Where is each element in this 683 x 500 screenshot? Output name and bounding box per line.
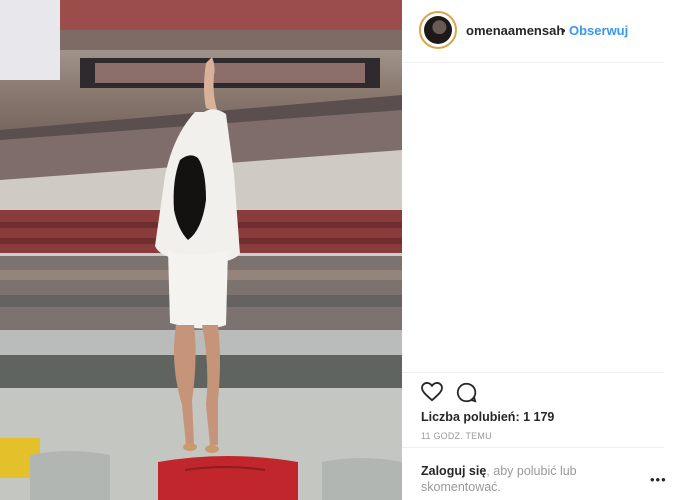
heart-icon[interactable] (421, 381, 443, 407)
login-prompt: Zaloguj się, aby polubić lub skomentować… (402, 447, 666, 494)
login-link[interactable]: Zaloguj się (421, 464, 486, 478)
username-link[interactable]: omenaamensah (466, 23, 564, 38)
stadium-scene (0, 0, 402, 500)
follow-button[interactable]: Obserwuj (569, 23, 628, 38)
likes-label: Liczba polubień: (421, 410, 520, 424)
comment-icon[interactable] (456, 382, 477, 408)
post-photo[interactable] (0, 0, 402, 500)
avatar[interactable] (419, 11, 457, 49)
separator-dot: • (561, 23, 566, 38)
likes-number: 1 179 (523, 410, 555, 424)
login-text: Zaloguj się, aby polubić lub skomentować… (421, 463, 611, 495)
post-header: omenaamensah • Obserwuj (402, 0, 664, 63)
post-timestamp: 11 GODZ. TEMU (421, 431, 492, 441)
avatar-image (424, 16, 452, 44)
post-sidebar: omenaamensah • Obserwuj Liczba polubień:… (402, 0, 683, 500)
likes-count[interactable]: Liczba polubień: 1 179 (421, 410, 554, 424)
more-options-icon[interactable]: ••• (650, 472, 667, 487)
